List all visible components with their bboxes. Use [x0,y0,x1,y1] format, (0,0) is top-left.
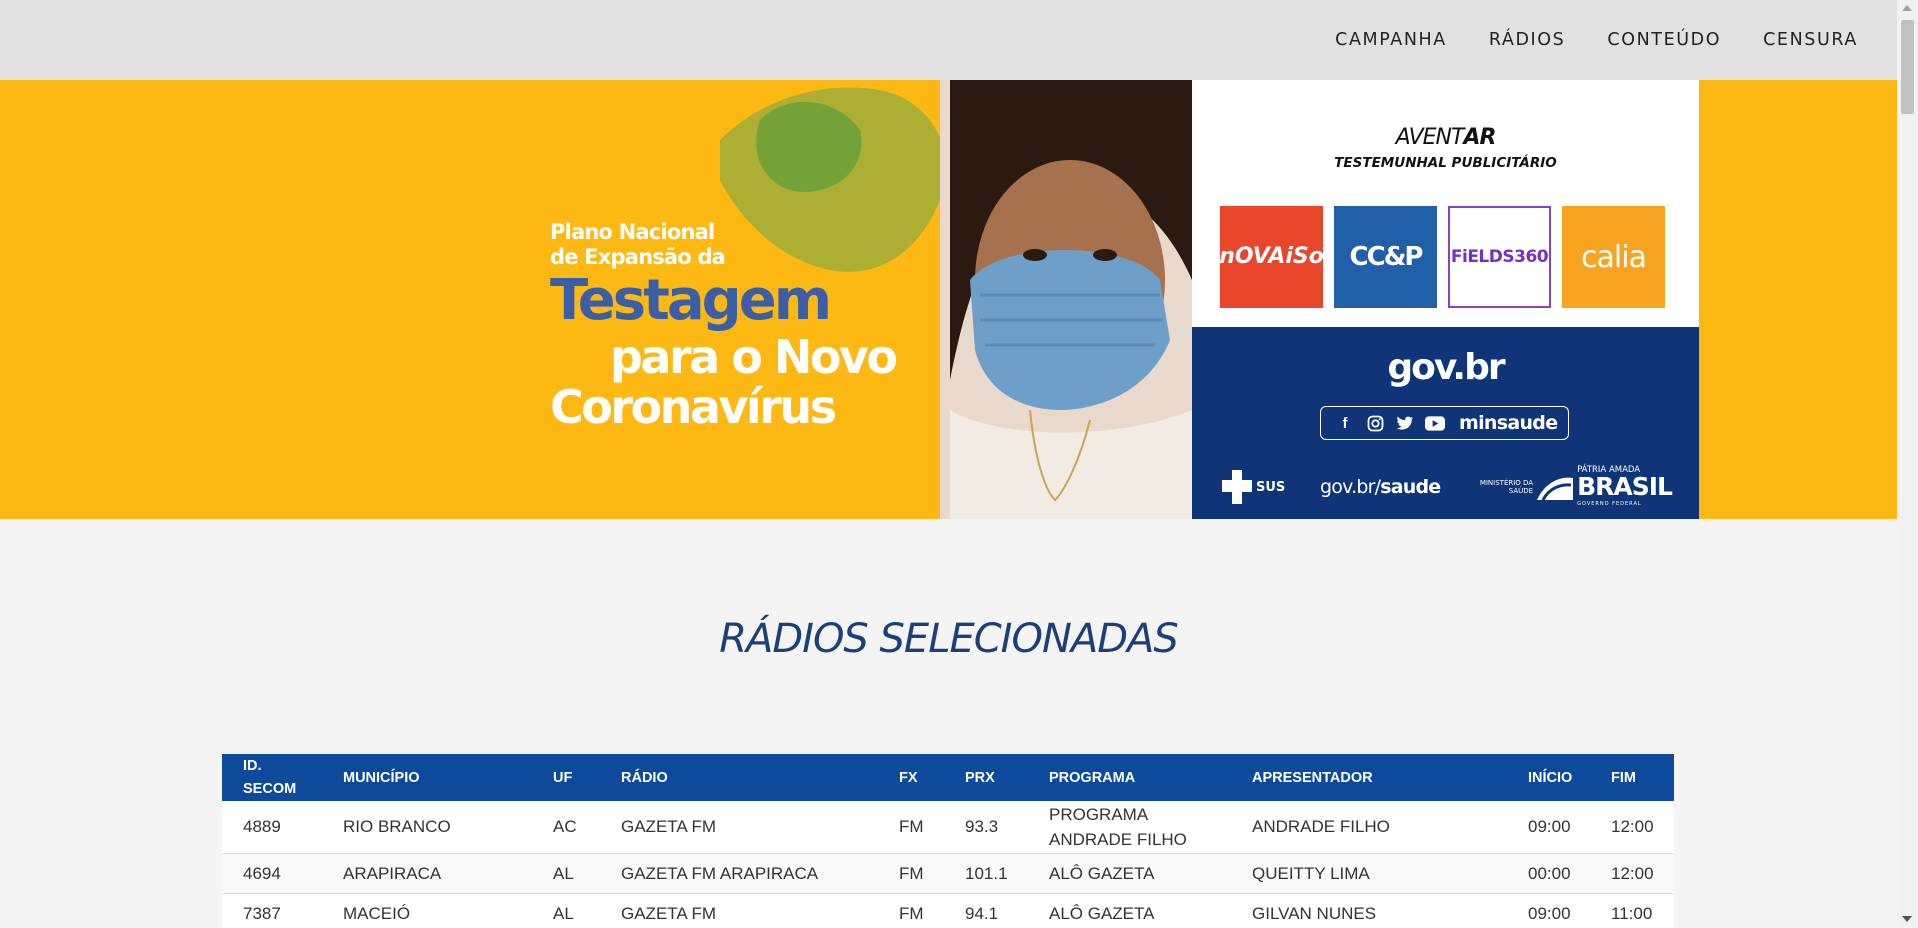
cell-uf: AL [553,903,574,923]
sus-logo: SUS [1222,470,1285,504]
th-id-secom[interactable]: ID. SECOM [222,755,322,801]
cell-inicio: 09:00 [1528,817,1571,836]
scroll-up-arrow-icon[interactable] [1902,5,1912,11]
cell-fx: FM [899,863,924,883]
th-municipio[interactable]: MUNICÍPIO [322,770,532,786]
nav-radios[interactable]: RÁDIOS [1489,30,1566,50]
novaiso-logo: nOVAiSo [1219,206,1324,308]
section-title: RÁDIOS SELECIONADAS [719,616,1179,662]
campaign-banner: Plano Nacional de Expansão da Testagem p… [0,80,1897,519]
minsaude-handle: minsaude [1459,412,1558,434]
th-fx[interactable]: FX [878,770,944,786]
cell-fx: FM [899,817,924,836]
th-programa[interactable]: PROGRAMA [1028,770,1231,786]
gov-bottom-logos: SUS gov.br/saude MINISTÉRIO DA SAÚDE PÁT… [1222,464,1673,510]
nav-censura[interactable]: CENSURA [1763,30,1858,50]
fields360-logo: FiELDS360 [1448,206,1551,308]
cell-fim: 12:00 [1611,817,1654,836]
scroll-down-arrow-icon[interactable] [1902,916,1912,922]
nav-links: CAMPANHA RÁDIOS CONTEÚDO CENSURA [1335,0,1858,80]
headline-line3: para o Novo [610,330,898,384]
table-row: 4889 RIO BRANCO AC GAZETA FM FM 93.3 PRO… [222,801,1674,854]
facebook-icon: f [1342,414,1348,432]
cell-programa: ALÔ GAZETA [1049,903,1155,923]
cell-inicio: 09:00 [1528,903,1571,923]
social-box: f minsaude [1320,406,1569,440]
twitter-icon [1395,413,1415,433]
top-navbar: CAMPANHA RÁDIOS CONTEÚDO CENSURA [0,0,1897,80]
cell-apresentador: QUEITTY LIMA [1252,863,1370,883]
governo-federal-logo: MINISTÉRIO DA SAÚDE PÁTRIA AMADA BRASIL … [1475,464,1673,510]
table-row: 4694 ARAPIRACA AL GAZETA FM ARAPIRACA FM… [222,854,1674,894]
instagram-icon [1365,413,1385,433]
agency-logos: nOVAiSo CC&P FiELDS360 calia [1219,206,1665,308]
cell-prx: 101.1 [965,863,1008,883]
cell-inicio: 00:00 [1528,863,1571,883]
cell-apresentador: GILVAN NUNES [1252,903,1377,923]
banner-headline: Plano Nacional de Expansão da Testagem p… [550,220,910,432]
headline-line2: de Expansão da [550,245,726,269]
govbr-logo: gov.br [1387,347,1505,388]
cell-radio: GAZETA FM [621,817,717,836]
cell-uf: AC [553,817,577,836]
scrollbar-thumb[interactable] [1901,20,1914,114]
cell-radio: GAZETA FM [621,903,717,923]
sponsor-panel: AVENTAR TESTEMUNHAL PUBLICITÁRIO nOVAiSo… [1192,80,1699,327]
th-inicio[interactable]: INÍCIO [1507,770,1590,786]
cell-programa: ALÔ GAZETA [1049,863,1155,883]
cell-municipio: ARAPIRACA [343,863,442,883]
headline-testagem: Testagem [550,268,832,333]
cell-municipio: MACEIÓ [343,903,411,923]
radios-table: ID. SECOM MUNICÍPIO UF RÁDIO FX PRX PROG… [222,754,1674,928]
cell-apresentador: ANDRADE FILHO [1252,817,1390,836]
th-apresentador[interactable]: APRESENTADOR [1231,770,1507,786]
th-uf[interactable]: UF [532,770,600,786]
cell-radio: GAZETA FM ARAPIRACA [621,863,819,883]
cell-prx: 93.3 [965,817,999,836]
cell-id: 4889 [243,817,281,836]
calia-logo: calia [1562,206,1665,308]
page-scrollbar[interactable] [1897,0,1918,928]
cell-uf: AL [553,863,574,883]
ministerio-label: MINISTÉRIO DA SAÚDE [1479,479,1534,495]
cell-id: 7387 [243,903,281,923]
brasil-flag-icon [1537,477,1574,501]
table-header: ID. SECOM MUNICÍPIO UF RÁDIO FX PRX PROG… [222,754,1674,801]
cell-fim: 12:00 [1611,863,1654,883]
govbr-saude-link: gov.br/saude [1320,476,1441,498]
nav-campanha[interactable]: CAMPANHA [1335,30,1447,50]
th-prx[interactable]: PRX [944,770,1028,786]
cell-fim: 11:00 [1611,903,1653,923]
cell-municipio: RIO BRANCO [343,817,451,836]
cell-prx: 94.1 [965,903,999,923]
cell-programa: PROGRAMA ANDRADE FILHO [1049,805,1187,849]
testemunhal-label: TESTEMUNHAL PUBLICITÁRIO [1334,155,1557,171]
youtube-icon [1425,413,1445,433]
table-row: 7387 MACEIÓ AL GAZETA FM FM 94.1 ALÔ GAZ… [222,894,1674,928]
th-radio[interactable]: RÁDIO [600,770,878,786]
headline-line4: Coronavírus [550,380,837,434]
aventar-logo: AVENTAR [1395,125,1497,150]
ccp-logo: CC&P [1334,206,1437,308]
gov-panel: gov.br f minsaude SUS gov.br/saude MINIS… [1192,327,1699,519]
headline-line1: Plano Nacional [550,220,715,244]
cell-id: 4694 [243,863,281,883]
cell-fx: FM [899,903,924,923]
th-fim[interactable]: FIM [1590,770,1674,786]
brasil-wordmark: PÁTRIA AMADA BRASIL GOVERNO FEDERAL [1577,465,1673,507]
nav-conteudo[interactable]: CONTEÚDO [1607,30,1721,50]
